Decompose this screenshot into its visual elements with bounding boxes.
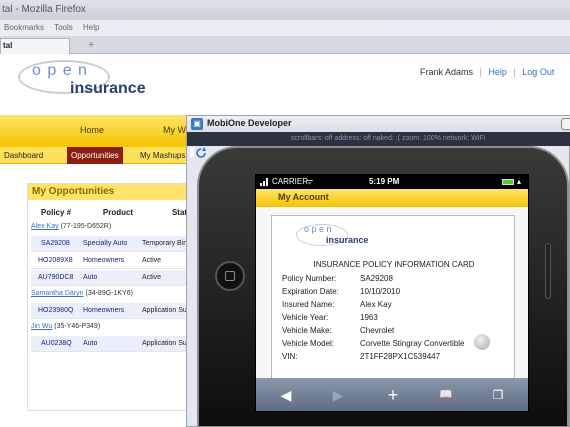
pages-icon[interactable]: ❐ — [488, 386, 508, 404]
card-area: o p e n insurance INSURANCE POLICY INFOR… — [256, 207, 528, 382]
policy-number[interactable]: HO2089X8 — [38, 255, 73, 267]
policy-number[interactable]: HO23980Q — [38, 305, 73, 317]
opportunities-panel: My Opportunities Policy # Product Stat A… — [27, 183, 198, 411]
browser-tab[interactable]: tal — [0, 38, 70, 54]
product-name[interactable]: Homeowners — [83, 255, 124, 267]
mobione-title: MobiOne Developer — [207, 118, 292, 128]
logo-open-text: o p e n — [32, 62, 88, 79]
field-label: Policy Number: — [282, 274, 337, 283]
simulator-toolbar — [187, 146, 206, 160]
field-value: Alex Kay — [360, 300, 392, 309]
customer-link[interactable]: Samantha Daryn — [31, 290, 84, 297]
policy-number[interactable]: SA29208 — [41, 238, 70, 250]
table-row[interactable]: HO2089X8 Homeowners Active — [31, 253, 198, 269]
menu-bookmarks[interactable]: Bookmarks — [4, 23, 44, 32]
user-name: Frank Adams — [420, 67, 474, 77]
customer-row: Samantha Daryn (34-89G-1KY6) — [31, 287, 133, 301]
user-links: Frank Adams | Help | Log Out — [420, 67, 554, 77]
customer-code: (35-Y46-P349) — [54, 323, 101, 330]
customer-code: (34-89G-1KY6) — [85, 290, 133, 297]
volume-rocker — [545, 243, 551, 299]
tab-strip: tal + — [0, 36, 570, 54]
subnav-opportunities[interactable]: Opportunities — [67, 147, 123, 164]
mobione-window: ▣ MobiOne Developer scrollbars: off addr… — [186, 115, 570, 427]
window-title: tal - Mozilla Firefox — [0, 0, 570, 20]
nav-home[interactable]: Home — [80, 125, 104, 135]
carrier-label: CARRIER — [272, 177, 309, 186]
table-row[interactable]: HO23980Q Homeowners Application Sul — [31, 303, 198, 319]
customer-row: Alex Kay (77-195-D652R) — [31, 220, 111, 234]
separator: | — [479, 67, 482, 77]
back-icon[interactable]: ◀ — [276, 386, 296, 404]
separator: | — [513, 67, 516, 77]
table-row[interactable]: AU0238Q Auto Application Sul — [31, 336, 198, 352]
close-button[interactable] — [561, 118, 570, 130]
logout-link[interactable]: Log Out — [522, 67, 554, 77]
menu-bar: Bookmarks Tools Help — [0, 20, 570, 36]
field-value: 10/10/2010 — [360, 287, 401, 296]
battery-icon — [502, 179, 514, 185]
menu-help[interactable]: Help — [83, 23, 99, 32]
screen-title: My Account — [278, 192, 329, 202]
scroll-indicator[interactable] — [474, 334, 490, 350]
panel-title: My Opportunities — [32, 186, 115, 197]
logo-insurance-text: insurance — [70, 80, 146, 97]
field-label: Expiration Date: — [282, 287, 339, 296]
card-logo-open: o p e n — [304, 224, 332, 234]
clock: 5:19 PM — [369, 177, 400, 186]
wifi-icon: ᯤ — [306, 177, 314, 186]
forward-icon[interactable]: ▶ — [328, 386, 348, 404]
field-value: Corvette Stingray Convertible — [360, 339, 465, 348]
mobione-app-icon: ▣ — [191, 118, 203, 130]
screen-header: My Account — [256, 189, 528, 207]
field-label: VIN: — [282, 352, 298, 361]
product-name[interactable]: Auto — [83, 272, 97, 284]
card-heading: INSURANCE POLICY INFORMATION CARD — [313, 260, 475, 269]
charging-icon: ▴ — [517, 177, 522, 186]
customer-code: (77-195-D652R) — [60, 223, 112, 230]
simulator-status: scrollbars: off address: off naked: :( z… — [187, 132, 570, 146]
table-row[interactable]: SA29208 Specialty Auto Temporary Bin — [31, 236, 198, 252]
product-name[interactable]: Specialty Auto — [83, 238, 127, 250]
field-value: 2T1FF28PX1C539447 — [360, 352, 441, 361]
col-product[interactable]: Product — [89, 206, 147, 220]
field-label: Vehicle Year: — [282, 313, 329, 322]
subnav-dashboard[interactable]: Dashboard — [0, 147, 47, 164]
field-value: Chevrolet — [360, 326, 395, 335]
field-value: 1963 — [360, 313, 378, 322]
table-row[interactable]: AU790DC8 Auto Active — [31, 270, 198, 286]
policy-number[interactable]: AU790DC8 — [38, 272, 73, 284]
panel-header: My Opportunities — [28, 184, 198, 200]
field-value: SA29208 — [360, 274, 393, 283]
help-link[interactable]: Help — [488, 67, 507, 77]
bookmarks-icon[interactable]: 📖 — [436, 386, 456, 404]
customer-link[interactable]: Jin Wu — [31, 323, 52, 330]
mobione-title-bar[interactable]: ▣ MobiOne Developer — [187, 116, 570, 132]
field-label: Insured Name: — [282, 300, 335, 309]
product-name[interactable]: Homeowners — [83, 305, 124, 317]
card-logo-insurance: insurance — [326, 235, 369, 245]
open-insurance-logo[interactable]: o p e n insurance — [18, 60, 146, 104]
new-tab-button[interactable]: + — [83, 39, 99, 52]
signal-icon — [260, 178, 268, 186]
subnav-my-mashups[interactable]: My Mashups — [136, 147, 189, 164]
add-icon[interactable]: + — [383, 386, 403, 404]
field-label: Vehicle Make: — [282, 326, 332, 335]
col-policy[interactable]: Policy # — [31, 206, 81, 220]
phone-screen: CARRIER ᯤ 5:19 PM ▴ My Account o p e n i… — [255, 174, 529, 412]
policy-number[interactable]: AU0238Q — [41, 338, 72, 350]
safari-toolbar: ◀ ▶ + 📖 ❐ — [256, 378, 528, 411]
customer-link[interactable]: Alex Kay — [31, 223, 59, 230]
field-label: Vehicle Model: — [282, 339, 335, 348]
home-button[interactable] — [215, 261, 245, 291]
home-square-icon — [225, 271, 235, 281]
card-logo: o p e n insurance — [296, 224, 369, 252]
product-name[interactable]: Auto — [83, 338, 97, 350]
customer-row: Jin Wu (35-Y46-P349) — [31, 320, 100, 334]
menu-tools[interactable]: Tools — [54, 23, 73, 32]
phone-status-bar: CARRIER ᯤ 5:19 PM ▴ — [256, 175, 528, 189]
insurance-card: o p e n insurance INSURANCE POLICY INFOR… — [271, 215, 515, 382]
iphone-frame: CARRIER ᯤ 5:19 PM ▴ My Account o p e n i… — [197, 146, 569, 427]
